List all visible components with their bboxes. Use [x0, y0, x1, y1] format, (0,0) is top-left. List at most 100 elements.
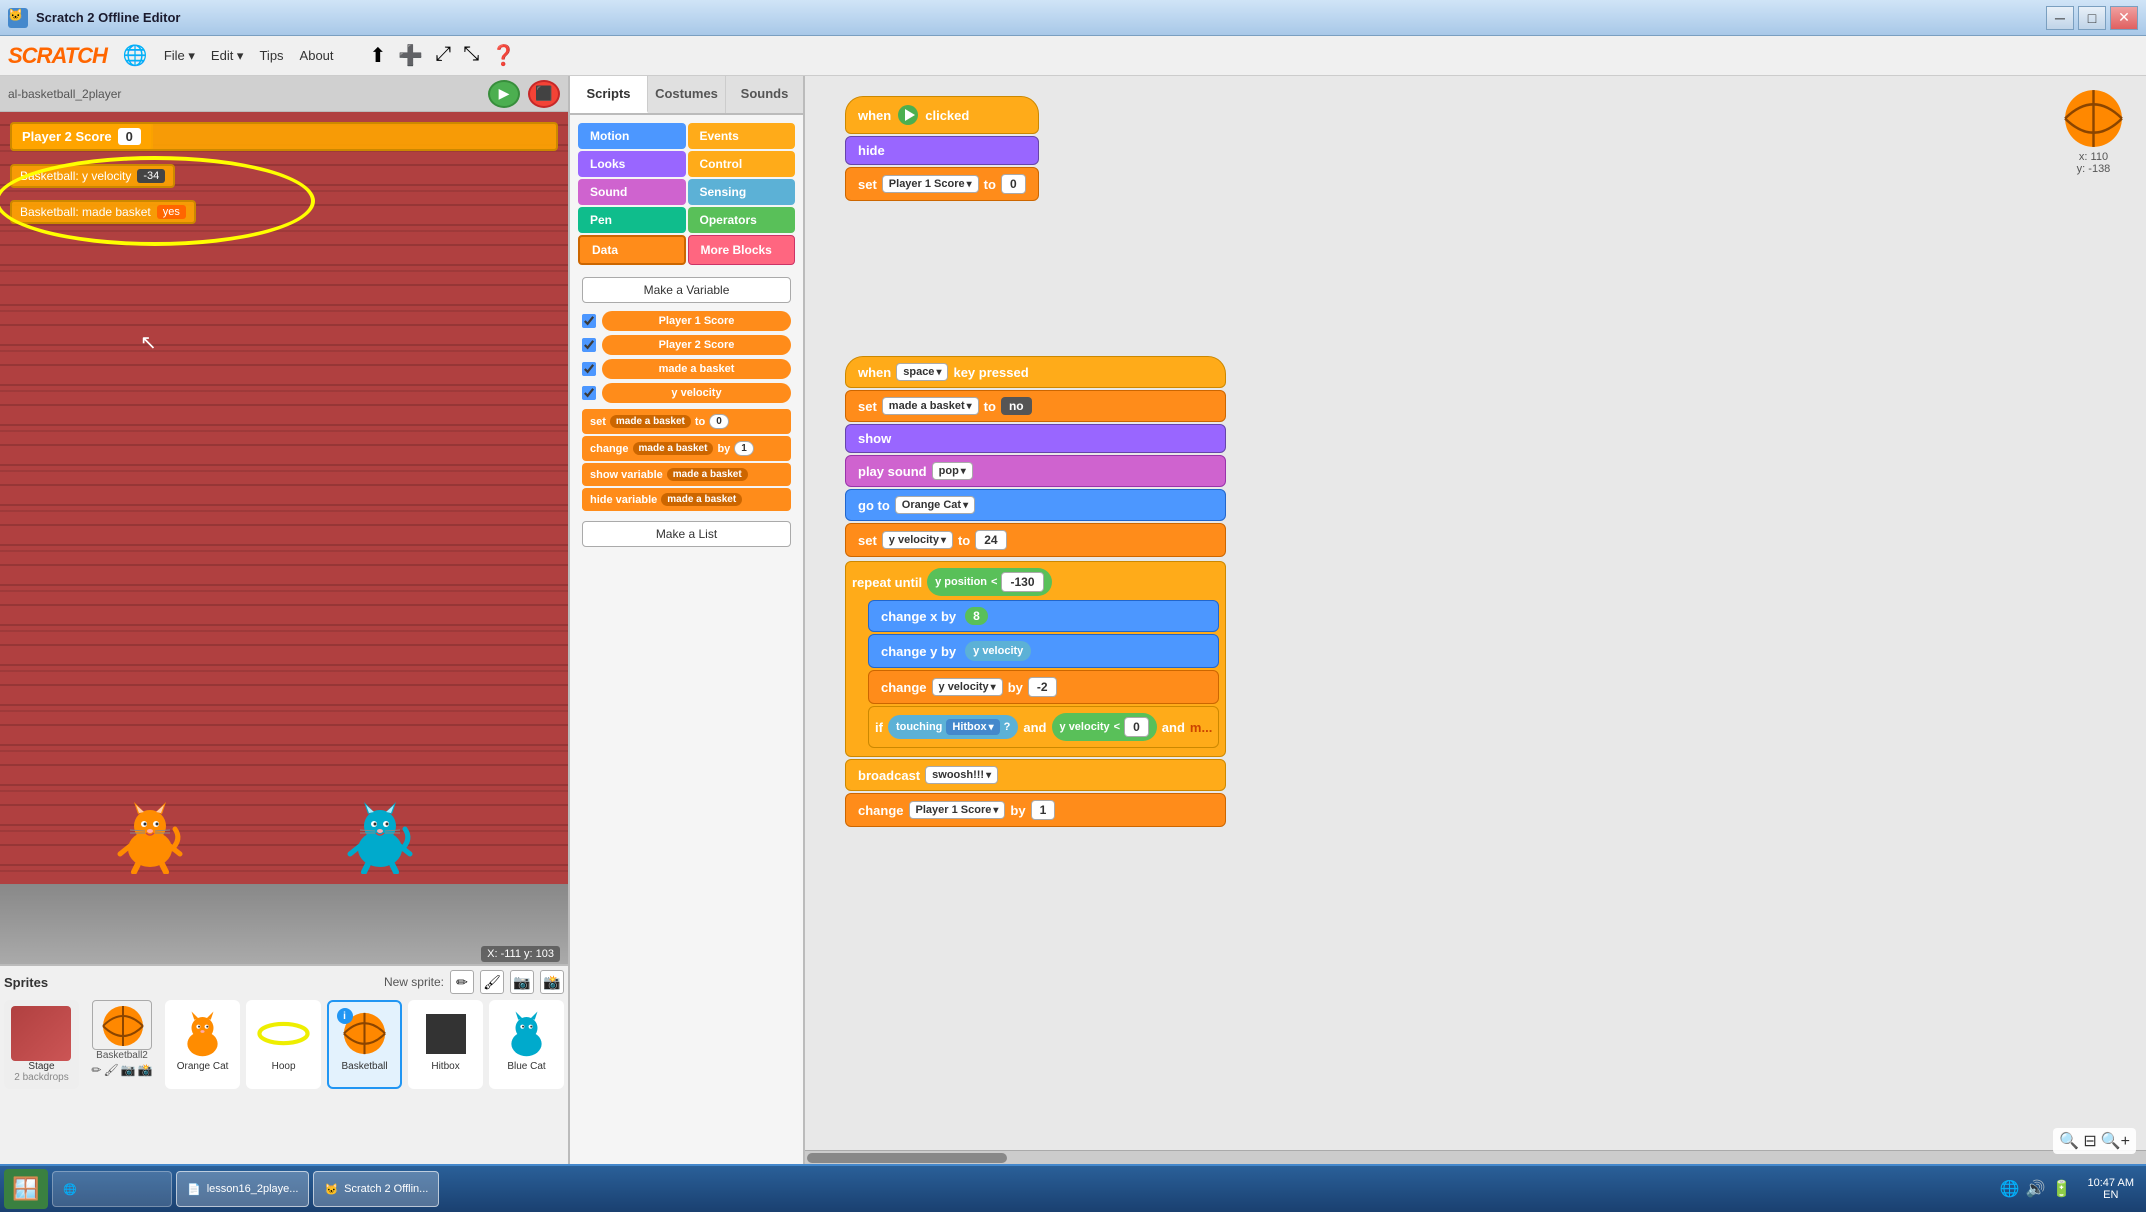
- y-velocity-drop-2[interactable]: y velocity: [882, 531, 953, 549]
- taskbar-scratch-item[interactable]: 🐱 Scratch 2 Offlin...: [313, 1171, 439, 1207]
- var-block-player1-score[interactable]: Player 1 Score: [602, 311, 791, 331]
- made-basket-drop-2[interactable]: made a basket: [882, 397, 979, 415]
- player1-score-drop[interactable]: Player 1 Score: [882, 175, 979, 193]
- sprite-item-hitbox[interactable]: Hitbox: [408, 1000, 483, 1089]
- hitbox-drop[interactable]: Hitbox: [946, 719, 999, 735]
- set-val[interactable]: 0: [709, 414, 729, 429]
- var-checkbox-made-basket[interactable]: [582, 362, 596, 376]
- show-block[interactable]: show: [845, 424, 1226, 453]
- start-button[interactable]: 🪟: [4, 1169, 48, 1209]
- made-basket-dropdown[interactable]: made a basket: [610, 415, 691, 428]
- sprite-item-hoop[interactable]: Hoop: [246, 1000, 321, 1089]
- change-y-vel-block[interactable]: change y velocity by -2: [868, 670, 1219, 704]
- fullscreen2-icon[interactable]: ⤡: [463, 43, 479, 68]
- pop-drop[interactable]: pop: [932, 462, 973, 480]
- zoom-in-button[interactable]: 🔍+: [2101, 1131, 2130, 1151]
- close-button[interactable]: ✕: [2110, 6, 2138, 30]
- category-pen[interactable]: Pen: [578, 207, 686, 233]
- minimize-button[interactable]: ─: [2046, 6, 2074, 30]
- hide-variable-block[interactable]: hide variable made a basket: [582, 488, 791, 511]
- change-y-block[interactable]: change y by y velocity: [868, 634, 1219, 668]
- edit-icon[interactable]: ✏: [91, 1063, 101, 1077]
- set-made-basket-no-block[interactable]: set made a basket to no: [845, 390, 1226, 422]
- menu-file[interactable]: File ▾: [164, 48, 195, 64]
- stage-canvas[interactable]: Player 1 Score 0 Player 2 Score 0 Basket…: [0, 112, 568, 964]
- globe-icon[interactable]: 🌐: [123, 43, 148, 68]
- script-editor[interactable]: x: 110 y: -138 when clicked: [805, 76, 2146, 1164]
- category-sensing[interactable]: Sensing: [688, 179, 796, 205]
- speaker-icon[interactable]: 🔊: [2026, 1179, 2046, 1199]
- horizontal-scrollbar[interactable]: [805, 1150, 2146, 1164]
- category-data[interactable]: Data: [578, 235, 686, 265]
- scrollbar-thumb[interactable]: [807, 1153, 1007, 1163]
- p1-score-drop[interactable]: Player 1 Score: [909, 801, 1006, 819]
- swoosh-drop[interactable]: swoosh!!!: [925, 766, 998, 784]
- category-looks[interactable]: Looks: [578, 151, 686, 177]
- hide-var-dropdown[interactable]: made a basket: [661, 493, 742, 506]
- sprite-item-basketball[interactable]: i Basketball: [327, 1000, 402, 1089]
- when-clicked-block[interactable]: when clicked: [845, 96, 1039, 134]
- add-icon[interactable]: ➕: [398, 43, 423, 68]
- paint-sprite-button[interactable]: ✏: [450, 970, 474, 994]
- p1-val[interactable]: 1: [1031, 800, 1056, 820]
- category-sound[interactable]: Sound: [578, 179, 686, 205]
- change-made-basket-block[interactable]: change made a basket by 1: [582, 436, 791, 461]
- broadcast-block[interactable]: broadcast swoosh!!!: [845, 759, 1226, 791]
- category-events[interactable]: Events: [688, 123, 796, 149]
- sprite-item-orange-cat[interactable]: Orange Cat: [165, 1000, 240, 1089]
- upload-icon[interactable]: ⬆: [370, 43, 387, 68]
- category-operators[interactable]: Operators: [688, 207, 796, 233]
- var-checkbox-player2[interactable]: [582, 338, 596, 352]
- zoom-out-button[interactable]: 🔍: [2059, 1131, 2079, 1151]
- photo-icon[interactable]: 📸: [138, 1063, 153, 1077]
- stop-button[interactable]: ⬛: [528, 80, 560, 108]
- sprite-item-stage[interactable]: Stage 2 backdrops: [4, 1000, 79, 1089]
- category-motion[interactable]: Motion: [578, 123, 686, 149]
- camera-icon[interactable]: 📷: [121, 1063, 136, 1077]
- space-key-drop[interactable]: space: [896, 363, 948, 381]
- tab-costumes[interactable]: Costumes: [648, 76, 726, 113]
- no-val[interactable]: no: [1001, 397, 1032, 415]
- fullscreen-icon[interactable]: ⤢: [435, 43, 451, 68]
- var-checkbox-y-velocity[interactable]: [582, 386, 596, 400]
- x-val[interactable]: 8: [965, 607, 988, 625]
- help-icon[interactable]: ❓: [491, 43, 516, 68]
- set-y-velocity-block[interactable]: set y velocity to 24: [845, 523, 1226, 557]
- menu-about[interactable]: About: [300, 48, 334, 63]
- category-control[interactable]: Control: [688, 151, 796, 177]
- play-sound-block[interactable]: play sound pop: [845, 455, 1226, 487]
- tab-scripts[interactable]: Scripts: [570, 76, 648, 113]
- show-variable-block[interactable]: show variable made a basket: [582, 463, 791, 486]
- set-player1-block[interactable]: set Player 1 Score to 0: [845, 167, 1039, 201]
- set-val-0[interactable]: 0: [1001, 174, 1026, 194]
- var-block-player2-score[interactable]: Player 2 Score: [602, 335, 791, 355]
- tab-sounds[interactable]: Sounds: [726, 76, 803, 113]
- repeat-until-block[interactable]: repeat until y position < -130 change x …: [845, 561, 1226, 757]
- change-val[interactable]: 1: [734, 441, 754, 456]
- taskbar-lesson-item[interactable]: 📄 lesson16_2playe...: [176, 1171, 309, 1207]
- maximize-button[interactable]: □: [2078, 6, 2106, 30]
- change-x-block[interactable]: change x by 8: [868, 600, 1219, 632]
- paint-icon[interactable]: 🖌: [103, 1063, 118, 1077]
- make-list-button[interactable]: Make a List: [582, 521, 791, 547]
- show-var-dropdown[interactable]: made a basket: [667, 468, 748, 481]
- neg130-val[interactable]: -130: [1001, 572, 1043, 592]
- script-canvas[interactable]: when clicked hide set Player 1 Score to: [805, 76, 2146, 1150]
- upload-sprite-button[interactable]: 📷: [510, 970, 534, 994]
- network-icon[interactable]: 🌐: [2000, 1179, 2020, 1199]
- make-variable-button[interactable]: Make a Variable: [582, 277, 791, 303]
- orange-cat-drop[interactable]: Orange Cat: [895, 496, 975, 514]
- set-made-basket-block[interactable]: set made a basket to 0: [582, 409, 791, 434]
- zoom-fit-button[interactable]: ⊟: [2083, 1131, 2096, 1151]
- battery-icon[interactable]: 🔋: [2052, 1179, 2072, 1199]
- camera-sprite-button[interactable]: 📸: [540, 970, 564, 994]
- if-block[interactable]: if touching Hitbox ? and y velocity: [868, 706, 1219, 748]
- change-made-basket-dropdown[interactable]: made a basket: [633, 442, 714, 455]
- menu-edit[interactable]: Edit ▾: [211, 48, 244, 64]
- menu-tips[interactable]: Tips: [259, 48, 283, 63]
- green-flag-button[interactable]: ▶: [488, 80, 520, 108]
- go-to-block[interactable]: go to Orange Cat: [845, 489, 1226, 521]
- hide-block[interactable]: hide: [845, 136, 1039, 165]
- neg2-val[interactable]: -2: [1028, 677, 1057, 697]
- category-more-blocks[interactable]: More Blocks: [688, 235, 796, 265]
